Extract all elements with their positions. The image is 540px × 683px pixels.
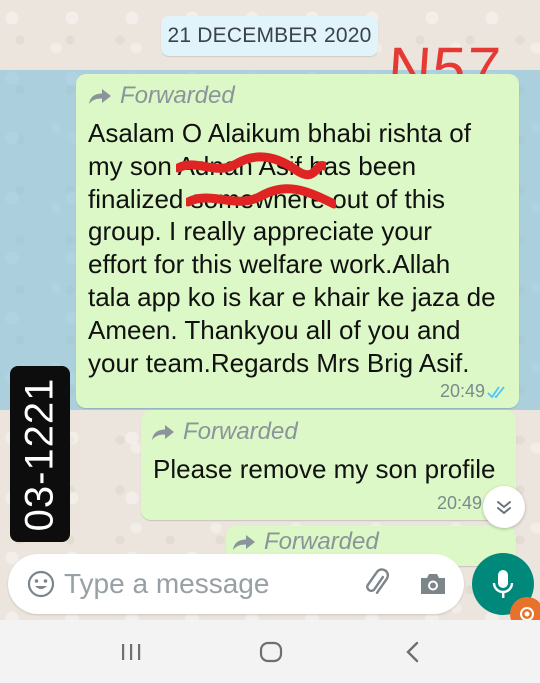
- message-time: 20:49: [439, 381, 485, 401]
- message-time: 20:49: [436, 493, 482, 513]
- message-line: effort for this welfare work.Allah: [88, 249, 451, 280]
- microphone-icon: [492, 570, 514, 598]
- forward-arrow-icon: [152, 425, 174, 440]
- camera-icon[interactable]: [418, 570, 448, 598]
- message-line: Ameen. Thankyou all of you and: [88, 314, 461, 345]
- message-line: tala app ko is kar e khair ke jaza de: [88, 281, 496, 312]
- back-icon[interactable]: [398, 640, 428, 664]
- forwarded-indicator: Forwarded: [88, 82, 235, 110]
- message-bubble[interactable]: Forwarded Please remove my son profile 2…: [141, 410, 516, 520]
- date-chip: 21 DECEMBER 2020: [161, 16, 378, 56]
- message-line: your team.Regards Mrs Brig Asif.: [88, 347, 470, 378]
- message-line: group. I really appreciate your: [88, 216, 432, 247]
- forwarded-label: Forwarded: [264, 528, 379, 555]
- double-check-read-icon: [487, 386, 505, 399]
- message-line: finalized somewhere out of this: [88, 183, 445, 214]
- message-line: Asalam O Alaikum bhabi rishta of: [88, 118, 471, 148]
- paperclip-icon[interactable]: [362, 568, 394, 600]
- scroll-to-bottom-button[interactable]: [483, 486, 525, 528]
- chevron-down-icon: [497, 501, 511, 515]
- forwarded-indicator: Forwarded: [232, 528, 379, 556]
- forwarded-indicator: Forwarded: [151, 418, 298, 446]
- emoji-icon[interactable]: [26, 569, 56, 599]
- phone-number-badge: 03-1221: [10, 366, 70, 542]
- forwarded-label: Forwarded: [120, 82, 235, 109]
- message-input[interactable]: [64, 566, 344, 602]
- system-navigation-bar: [0, 620, 540, 683]
- message-text: Asalam O Alaikum bhabi rishta of my son …: [88, 117, 508, 379]
- message-bubble[interactable]: Forwarded Asalam O Alaikum bhabi rishta …: [76, 74, 519, 408]
- forward-arrow-icon: [233, 535, 255, 550]
- message-composer: [8, 554, 464, 614]
- forward-arrow-icon: [89, 89, 111, 104]
- message-line: my son Adnan Asif has been: [88, 150, 417, 181]
- home-icon[interactable]: [256, 640, 286, 664]
- recent-apps-icon[interactable]: [116, 640, 146, 664]
- message-text: Please remove my son profile: [153, 454, 496, 484]
- phone-number-text: 03-1221: [17, 377, 62, 531]
- forwarded-label: Forwarded: [183, 418, 298, 445]
